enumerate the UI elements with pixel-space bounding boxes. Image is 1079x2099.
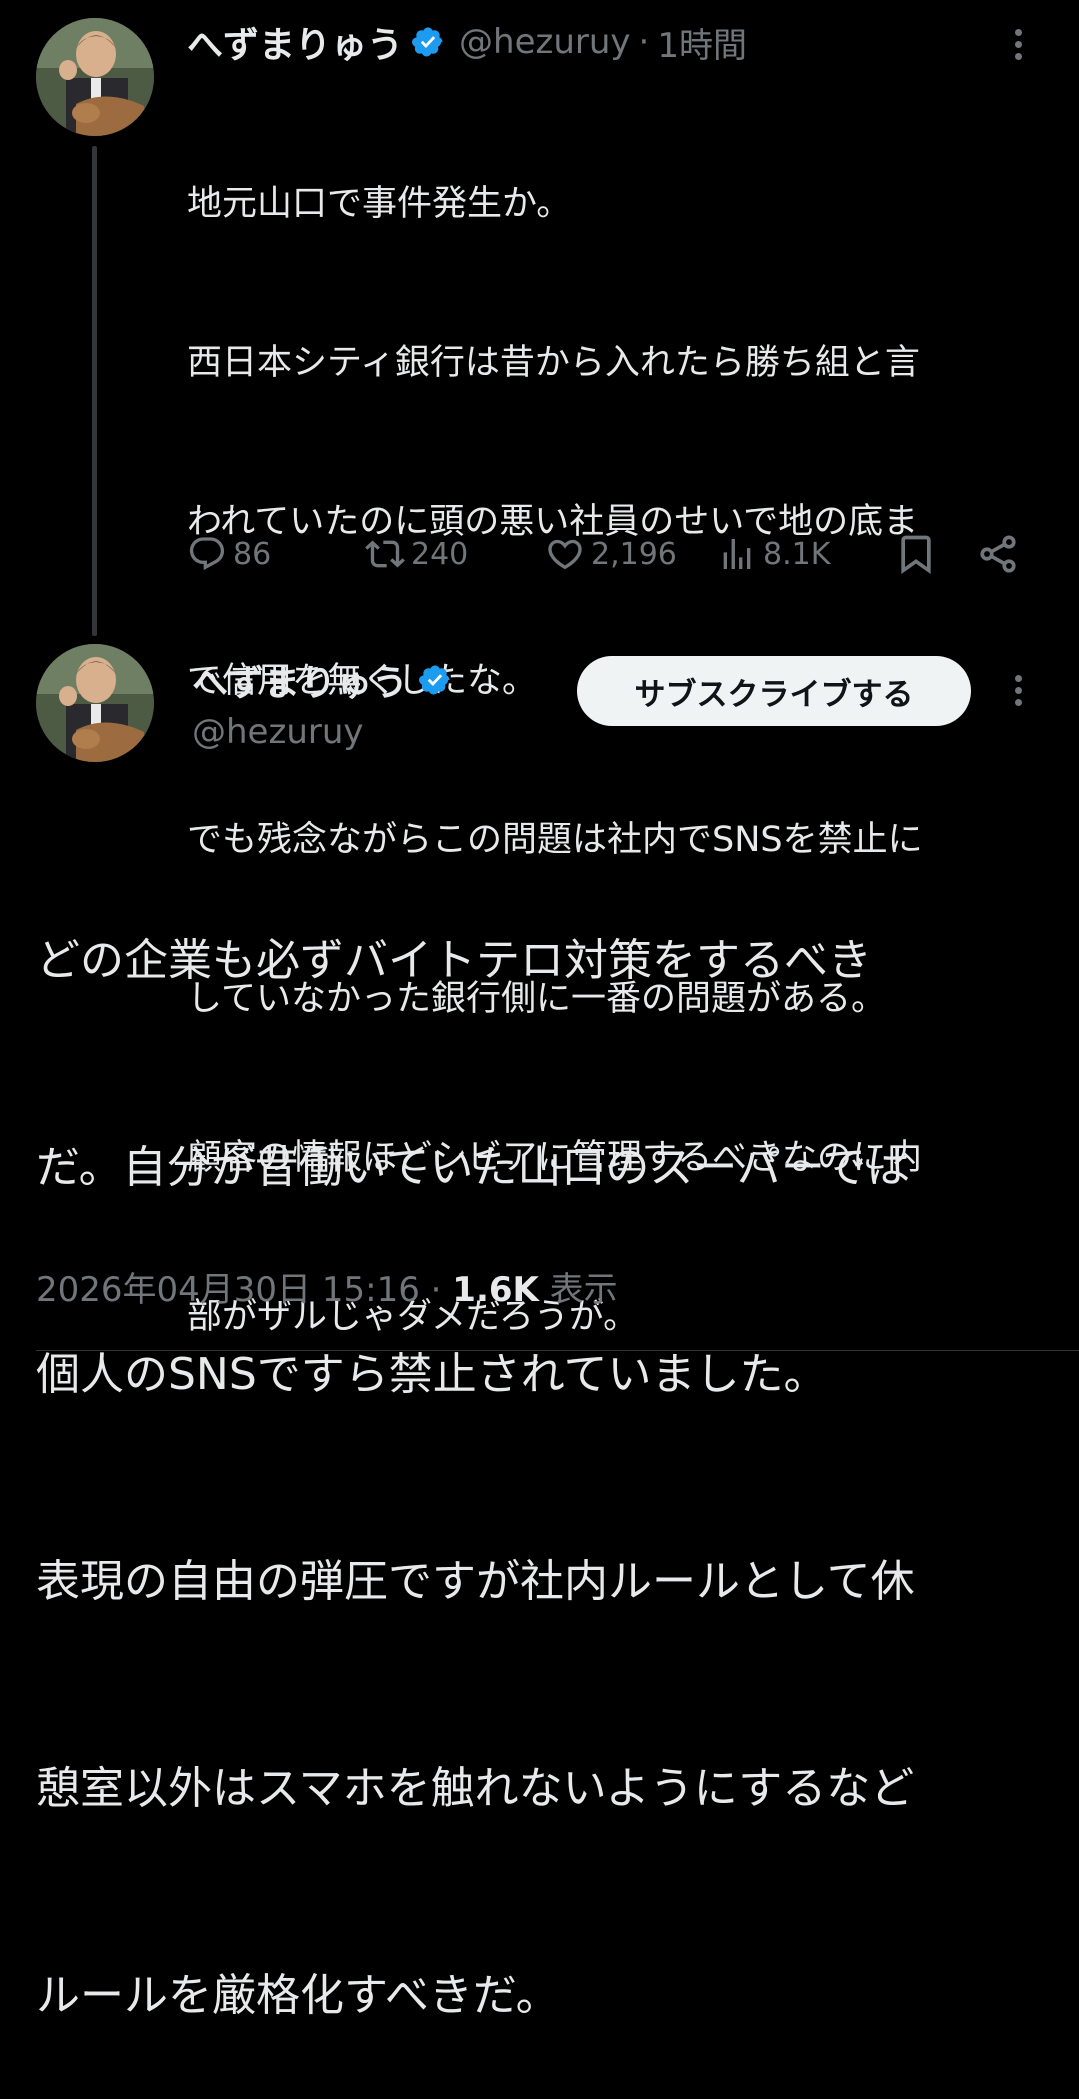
verified-badge-icon — [418, 663, 452, 697]
post-view-count: 1.6K — [452, 1270, 539, 1310]
separator: · — [638, 22, 650, 62]
more-icon[interactable] — [1008, 24, 1028, 65]
author-name[interactable]: へずまりゅう — [187, 16, 403, 68]
tweet-text: どの企業も必ずバイトテロ対策をするべき だ。自分が昔働いていた山口のスーパーでは… — [36, 788, 915, 2099]
share-icon[interactable] — [976, 532, 1020, 580]
repost-button[interactable]: 240 — [365, 534, 468, 574]
views-icon — [723, 539, 751, 569]
more-icon[interactable] — [1008, 670, 1028, 711]
timestamp[interactable]: 1時間 — [657, 18, 747, 67]
repost-count: 240 — [411, 536, 469, 572]
views-button[interactable]: 8.1K — [717, 534, 830, 574]
tweet-text-line: ルールを厳格化すべきだ。 — [36, 1970, 560, 2021]
tweet-text-line: 憩室以外はスマホを触れないようにするなど — [36, 1763, 915, 1814]
tweet-text-line: だ。自分が昔働いていた山口のスーパーでは — [36, 1142, 911, 1193]
avatar[interactable] — [36, 644, 154, 762]
author-handle[interactable]: @hezuruy — [192, 712, 452, 752]
author-block: へずまりゅう @hezuruy — [192, 654, 452, 752]
tweet-text-line: 地元山口で事件発生か。 — [187, 184, 572, 224]
tweet-text-line: どの企業も必ずバイトテロ対策をするべき — [36, 935, 872, 986]
like-count: 2,196 — [591, 536, 677, 572]
divider — [36, 1350, 1079, 1351]
author-name[interactable]: へずまりゅう — [192, 654, 408, 706]
thread-line — [92, 146, 97, 636]
tweet-header: へずまりゅう @hezuruy · 1時間 — [187, 16, 747, 68]
avatar[interactable] — [36, 18, 154, 136]
meta-separator: · — [430, 1270, 442, 1310]
like-button[interactable]: 2,196 — [545, 534, 677, 574]
tweet-text-line: 表現の自由の弾圧ですが社内ルールとして休 — [36, 1556, 915, 1607]
reply-count: 86 — [233, 536, 272, 572]
repost-icon — [365, 540, 405, 568]
reply-button[interactable]: 86 — [187, 534, 271, 574]
view-count: 8.1K — [763, 536, 831, 572]
tweet-text-line: 西日本シティ銀行は昔から入れたら勝ち組と言 — [187, 343, 920, 383]
tweet-meta: 2026年04月30日 15:16 · 1.6K 表示 — [36, 1262, 618, 1311]
post-timestamp[interactable]: 2026年04月30日 15:16 — [36, 1270, 420, 1310]
bookmark-icon[interactable] — [894, 532, 938, 580]
subscribe-label: サブスクライブする — [634, 676, 914, 713]
subscribe-button[interactable]: サブスクライブする — [577, 656, 971, 726]
post-view-label: 表示 — [549, 1270, 618, 1310]
verified-badge-icon — [411, 25, 445, 59]
like-icon — [548, 539, 582, 570]
author-handle[interactable]: @hezuruy — [459, 22, 631, 62]
reply-icon — [189, 537, 225, 571]
